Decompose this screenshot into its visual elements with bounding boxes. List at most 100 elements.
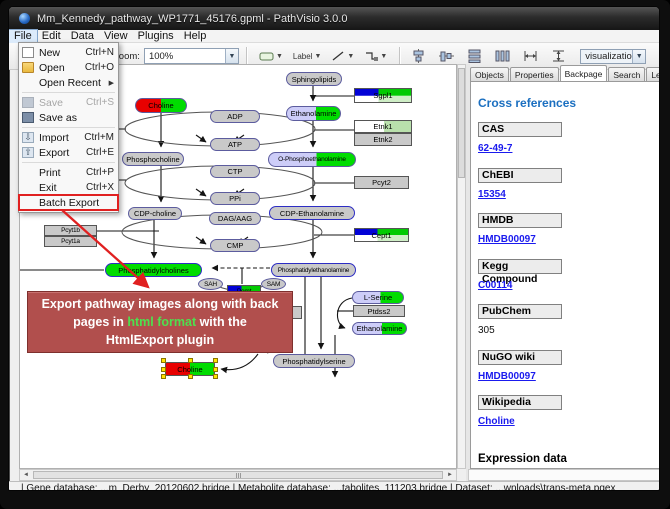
- pathway-node-ethanolamine[interactable]: Ethanolamine: [352, 322, 407, 335]
- file-menu-item-export[interactable]: ExportCtrl+E: [19, 145, 118, 160]
- zoom-combobox[interactable]: 100% ▼: [144, 48, 239, 64]
- pathway-node-ppi[interactable]: PPi: [210, 192, 260, 205]
- file-menu-item-import[interactable]: ImportCtrl+M: [19, 130, 118, 145]
- selection-handle[interactable]: [161, 358, 166, 363]
- menu-item-data[interactable]: Data: [66, 30, 99, 43]
- cross-reference-link-chebi[interactable]: 15354: [478, 189, 506, 200]
- backpage-panel: Cross references CAS62-49-7ChEBI15354HMD…: [470, 81, 660, 469]
- title-bar[interactable]: Mm_Kennedy_pathway_WP1771_45176.gpml - P…: [9, 7, 659, 30]
- pathway-node-l-serine[interactable]: L-Serine: [352, 291, 404, 304]
- node-label: Etnk2: [373, 135, 392, 144]
- pathway-node-etnk1[interactable]: Etnk1: [354, 120, 412, 133]
- menu-item-help[interactable]: Help: [179, 30, 212, 43]
- submenu-arrow-icon: ▶: [109, 79, 114, 87]
- pathway-node-ptdss2[interactable]: Ptdss2: [353, 305, 405, 317]
- file-menu-item-open-recent[interactable]: Open Recent▶: [19, 75, 118, 90]
- tab-properties[interactable]: Properties: [510, 67, 559, 81]
- pathway-node-etnk2[interactable]: Etnk2: [354, 133, 412, 146]
- pathway-node-cmp[interactable]: CMP: [210, 239, 260, 252]
- common-height-icon[interactable]: [551, 49, 566, 63]
- selection-handle[interactable]: [161, 367, 166, 372]
- pathway-node-pcyt1b[interactable]: Pcyt1b: [44, 225, 97, 236]
- chevron-down-icon[interactable]: ▼: [380, 53, 387, 60]
- pathway-node-phosphatidylserine[interactable]: Phosphatidylserine: [273, 354, 355, 368]
- scroll-right-arrow-icon[interactable]: ►: [444, 470, 456, 480]
- align-center-x-icon[interactable]: [411, 49, 426, 63]
- tab-search[interactable]: Search: [608, 67, 645, 81]
- selection-handle[interactable]: [213, 358, 218, 363]
- pathway-node-dag-aag[interactable]: DAG/AAG: [209, 212, 261, 225]
- pathway-node-cdp-choline[interactable]: CDP-choline: [128, 207, 182, 220]
- pathway-node-phosphatidylcholines[interactable]: Phosphatidylcholines: [105, 263, 202, 277]
- menu-item-plugins[interactable]: Plugins: [133, 30, 179, 43]
- node-label: Cept1: [371, 231, 391, 240]
- chevron-down-icon[interactable]: ▼: [225, 49, 238, 63]
- cross-reference-link-cas[interactable]: 62-49-7: [478, 143, 512, 154]
- file-menu-item-batch-export[interactable]: Batch Export: [19, 195, 118, 210]
- connector-tool-button[interactable]: ▼: [362, 49, 389, 63]
- pathway-node-cept1[interactable]: Cept1: [354, 228, 409, 242]
- cross-reference-link-nugo-wiki[interactable]: HMDB00097: [478, 371, 536, 382]
- pathway-node-sphingolipids[interactable]: Sphingolipids: [286, 72, 342, 86]
- file-menu-item-open[interactable]: OpenCtrl+O: [19, 60, 118, 75]
- distribute-vertical-icon[interactable]: [467, 49, 482, 63]
- pathway-node-atp[interactable]: ATP: [210, 138, 260, 151]
- selection-handle[interactable]: [213, 367, 218, 372]
- chevron-down-icon[interactable]: ▼: [314, 53, 321, 60]
- tab-legend[interactable]: Legend: [646, 67, 660, 81]
- horizontal-scrollbar[interactable]: ◄ ►: [19, 469, 457, 481]
- selection-handle[interactable]: [188, 374, 193, 379]
- file-menu-dropdown: NewCtrl+NOpenCtrl+OOpen Recent▶ SaveCtrl+…: [18, 42, 119, 213]
- pathway-node-sah[interactable]: SAH: [198, 278, 223, 290]
- pathway-node-pcyt1a[interactable]: Pcyt1a: [44, 236, 97, 247]
- selection-handle[interactable]: [188, 358, 193, 363]
- selection-handle[interactable]: [161, 374, 166, 379]
- label-tool-button[interactable]: Label ▼: [291, 51, 324, 62]
- annotation-highlight: html format: [127, 315, 196, 329]
- pathway-node-ctp[interactable]: CTP: [210, 165, 260, 178]
- tab-objects[interactable]: Objects: [470, 67, 509, 81]
- file-menu-item-new[interactable]: NewCtrl+N: [19, 45, 118, 60]
- pathvisio-application: Mm_Kennedy_pathway_WP1771_45176.gpml - P…: [0, 0, 670, 509]
- visualization-combobox[interactable]: visualization ▼: [580, 49, 646, 64]
- chevron-down-icon[interactable]: ▼: [276, 53, 283, 60]
- pathway-node-adp[interactable]: ADP: [210, 110, 260, 123]
- chevron-down-icon[interactable]: ▼: [347, 53, 354, 60]
- gene-tool-button[interactable]: ▼: [257, 50, 285, 63]
- cross-reference-link-wikipedia[interactable]: Choline: [478, 416, 515, 427]
- pathway-node-sgpl1[interactable]: Sgpl1: [354, 88, 412, 103]
- node-label: Ethanolamine: [357, 324, 403, 333]
- pathway-node-phosphocholine[interactable]: Phosphocholine: [122, 152, 184, 166]
- common-width-icon[interactable]: [523, 49, 538, 63]
- scroll-left-arrow-icon[interactable]: ◄: [20, 470, 32, 480]
- menu-item-view[interactable]: View: [99, 30, 133, 43]
- pathway-node-cdp-ethanolamine[interactable]: CDP-Ethanolamine: [269, 206, 355, 220]
- menu-item-edit[interactable]: Edit: [37, 30, 66, 43]
- menu-item-file[interactable]: File: [9, 30, 37, 43]
- cross-reference-value-wikipedia: Choline: [478, 416, 515, 427]
- horizontal-scrollbar-thumb[interactable]: [33, 471, 443, 479]
- vertical-scrollbar[interactable]: [457, 64, 466, 469]
- pathway-node-sam[interactable]: SAM: [261, 278, 286, 290]
- node-label: Phosphocholine: [126, 155, 179, 164]
- file-menu-item-print[interactable]: PrintCtrl+P: [19, 165, 118, 180]
- line-tool-button[interactable]: ▼: [329, 49, 356, 63]
- cross-reference-link-hmdb[interactable]: HMDB00097: [478, 234, 536, 245]
- selection-handle[interactable]: [213, 374, 218, 379]
- pathway-node-pcyt2[interactable]: Pcyt2: [354, 176, 409, 189]
- vertical-scrollbar-thumb[interactable]: [458, 68, 465, 178]
- distribute-horizontal-icon[interactable]: [495, 49, 510, 63]
- connector-tool-icon: [364, 50, 378, 62]
- file-menu-item-exit[interactable]: ExitCtrl+X: [19, 180, 118, 195]
- pathway-node-ethanolamine[interactable]: Ethanolamine: [286, 106, 341, 121]
- pathway-node-phosphatidylethanolamine[interactable]: Phosphatidylethanolamine: [271, 263, 356, 277]
- chevron-down-icon[interactable]: ▼: [632, 50, 645, 63]
- tab-backpage[interactable]: Backpage: [560, 65, 608, 81]
- pathway-node-o-phosphoethanolamine[interactable]: O-Phosphoethanolamine: [268, 152, 356, 167]
- file-menu-item-save-as[interactable]: Save as: [19, 110, 118, 125]
- pathway-node-choline[interactable]: Choline: [135, 98, 187, 113]
- cross-reference-link-kegg-compound[interactable]: C00114: [478, 280, 512, 291]
- file-menu-item-save[interactable]: SaveCtrl+S: [19, 95, 118, 110]
- align-center-y-icon[interactable]: [439, 49, 454, 63]
- line-tool-icon: [331, 50, 345, 62]
